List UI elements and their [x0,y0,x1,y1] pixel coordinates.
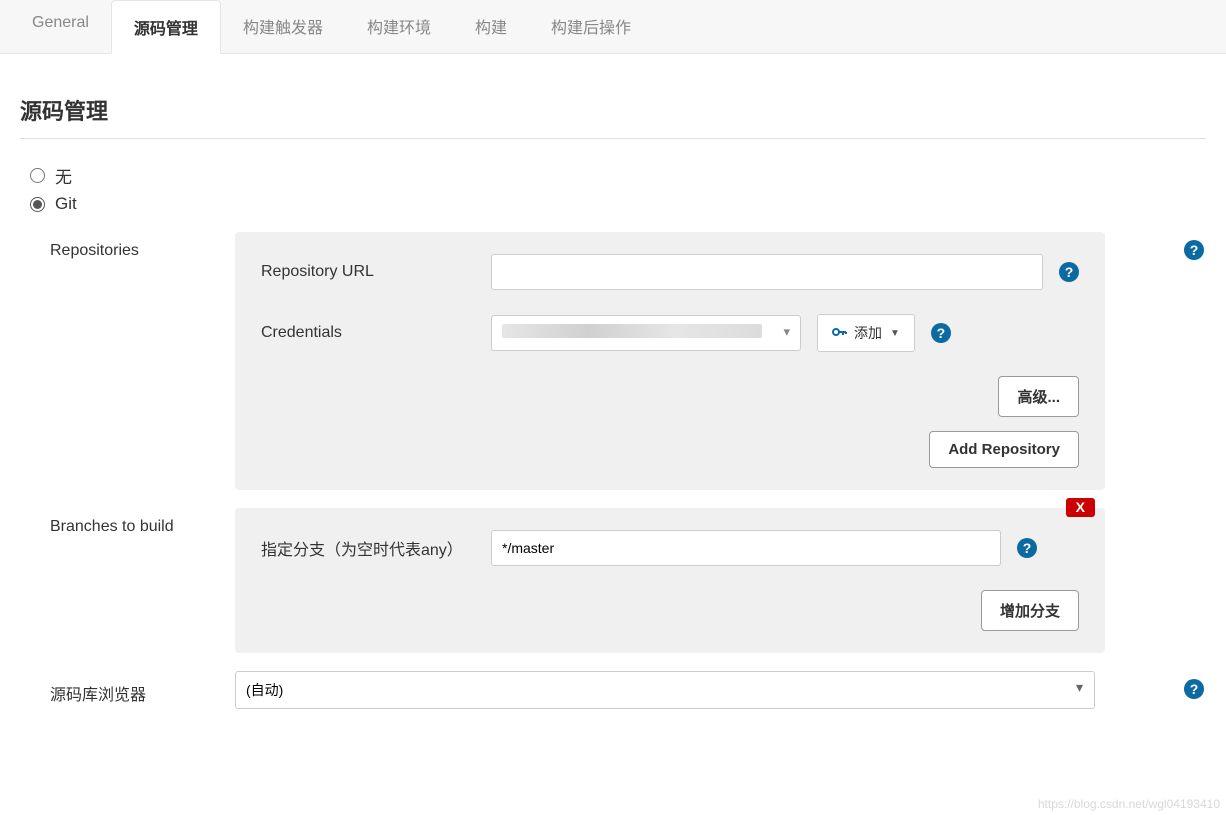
scm-option-none[interactable]: 无 [30,163,1206,188]
add-credentials-button[interactable]: 添加 ▼ [817,314,915,352]
help-icon[interactable]: ? [1017,538,1037,558]
branches-panel: X 指定分支（为空时代表any） ? 增加分支 [235,508,1105,653]
repo-browser-select[interactable]: (自动) [235,671,1095,709]
add-repository-button[interactable]: Add Repository [929,431,1079,468]
credentials-select[interactable] [491,315,801,351]
repo-browser-label: 源码库浏览器 [50,671,235,705]
scm-none-label: 无 [55,163,72,188]
branches-heading: Branches to build [50,508,235,536]
config-tabs: General 源码管理 构建触发器 构建环境 构建 构建后操作 [0,0,1226,54]
repositories-heading: Repositories [50,232,235,260]
scm-option-git[interactable]: Git [30,194,1206,214]
scm-radio-git[interactable] [30,197,45,212]
section-title-scm: 源码管理 [20,94,1206,126]
tab-general[interactable]: General [10,0,111,53]
tab-postbuild[interactable]: 构建后操作 [529,0,653,53]
help-icon[interactable]: ? [1184,240,1204,260]
tab-triggers[interactable]: 构建触发器 [221,0,345,53]
add-credentials-label: 添加 [854,323,882,343]
help-icon[interactable]: ? [931,323,951,343]
help-icon[interactable]: ? [1059,262,1079,282]
help-icon[interactable]: ? [1184,679,1204,699]
branch-spec-input[interactable] [491,530,1001,566]
divider [20,138,1206,139]
repositories-panel: Repository URL ? Credentials [235,232,1105,490]
tab-env[interactable]: 构建环境 [345,0,453,53]
repo-url-input[interactable] [491,254,1043,290]
key-icon [832,325,848,341]
chevron-down-icon: ▼ [890,328,900,339]
tab-scm[interactable]: 源码管理 [111,0,221,54]
delete-branch-button[interactable]: X [1066,498,1095,517]
repo-url-label: Repository URL [261,263,491,281]
scm-radio-none[interactable] [30,168,45,183]
credentials-value-redacted [502,324,762,338]
advanced-button[interactable]: 高级... [998,376,1079,417]
credentials-label: Credentials [261,324,491,342]
add-branch-button[interactable]: 增加分支 [981,590,1079,631]
watermark: https://blog.csdn.net/wgl04193410 [1038,797,1220,811]
branch-spec-label: 指定分支（为空时代表any） [261,536,491,560]
scm-git-label: Git [55,194,77,214]
tab-build[interactable]: 构建 [453,0,529,53]
